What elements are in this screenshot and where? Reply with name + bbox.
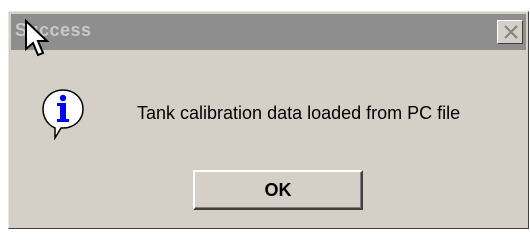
ok-button[interactable]: OK (193, 170, 363, 210)
close-icon (504, 25, 518, 39)
dialog-message: Tank calibration data loaded from PC fil… (137, 103, 461, 123)
mouse-pointer-icon (25, 19, 50, 57)
title-bar[interactable]: Success (11, 14, 526, 50)
success-dialog: Success Tank calibration data loaded fro… (8, 11, 529, 229)
info-icon (41, 88, 85, 141)
close-button[interactable] (497, 20, 523, 44)
